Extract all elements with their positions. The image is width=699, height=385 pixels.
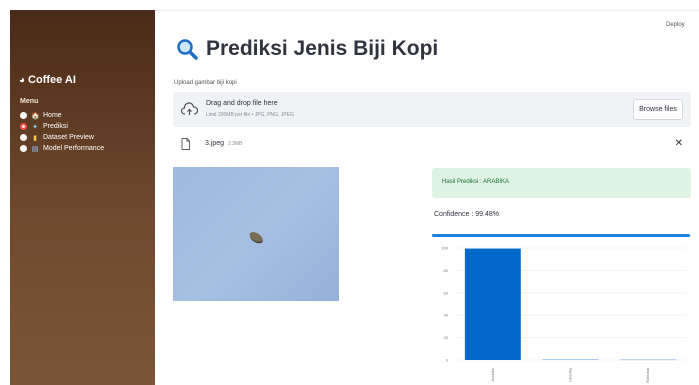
dropzone-title: Drag and drop file here <box>206 100 278 107</box>
close-icon[interactable]: ✕ <box>675 138 683 149</box>
menu-item-home[interactable]: 🏠 Home <box>20 110 104 121</box>
menu-item-prediksi[interactable]: ✦ Prediksi <box>20 121 104 132</box>
browse-files-button[interactable]: Browse files <box>633 99 683 120</box>
upload-label: Upload gambar biji kopi <box>174 80 237 86</box>
menu-list: 🏠 Home ✦ Prediksi ▮ Dataset Preview ▤ Mo… <box>20 110 104 154</box>
confidence-text: Confidence : 99.48% <box>434 211 499 218</box>
menu-item-label: Home <box>43 112 62 119</box>
coffee-bean-image <box>247 230 265 244</box>
radio-prediksi[interactable] <box>20 123 27 130</box>
file-dropzone[interactable]: Drag and drop file here Limit 200MB per … <box>173 92 691 127</box>
page-title-text: Prediksi Jenis Biji Kopi <box>206 37 439 60</box>
confidence-progress-fill <box>432 234 690 237</box>
cloud-upload-icon <box>181 102 198 115</box>
brand: ◕ Coffee AI <box>19 74 76 86</box>
radio-dataset-preview[interactable] <box>20 134 27 141</box>
deploy-button[interactable]: Deploy <box>666 22 685 28</box>
app-window: Deploy ◕ Coffee AI Menu 🏠 Home ✦ Prediks… <box>0 0 699 385</box>
y-tick-label: 20 <box>444 335 449 340</box>
file-size: 2.3MB <box>228 141 243 147</box>
prediction-result-text: Hasil Prediksi : ARABIKA <box>442 179 510 185</box>
file-icon <box>181 138 190 150</box>
sidebar: ◕ Coffee AI Menu 🏠 Home ✦ Prediksi ▮ Dat… <box>10 10 155 385</box>
uploaded-file-row: 3.jpeg 2.3MB ✕ <box>173 138 691 154</box>
page-title: Prediksi Jenis Biji Kopi <box>176 37 438 61</box>
uploaded-image-preview <box>173 167 339 301</box>
x-tick-label: Robusta <box>645 367 650 383</box>
y-tick-label: 0 <box>446 358 449 363</box>
menu-item-label: Model Performance <box>43 145 105 152</box>
y-tick-label: 100 <box>441 246 448 251</box>
header-divider <box>155 10 699 11</box>
folder-icon: ▮ <box>33 134 37 142</box>
menu-item-model-performance[interactable]: ▤ Model Performance <box>20 143 104 154</box>
menu-item-dataset-preview[interactable]: ▮ Dataset Preview <box>20 132 104 143</box>
prediction-bar-chart: 0 20 40 60 80 100 Arabika Liberika Robusta <box>441 246 687 383</box>
prediction-result-box: Hasil Prediksi : ARABIKA <box>432 168 691 198</box>
confidence-progress-bar <box>432 234 691 237</box>
y-tick-label: 40 <box>444 313 449 318</box>
radio-model-performance[interactable] <box>20 145 27 152</box>
menu-item-label: Dataset Preview <box>43 134 94 141</box>
menu-item-label: Prediksi <box>43 123 68 130</box>
house-icon: 🏠 <box>31 112 40 120</box>
dropzone-subtitle: Limit 200MB per file • JPG, PNG, JPEG <box>206 112 294 118</box>
x-tick-label: Liberika <box>568 367 573 382</box>
bar-arabika <box>464 248 521 360</box>
radio-home[interactable] <box>20 112 27 119</box>
menu-label: Menu <box>20 98 39 105</box>
file-name: 3.jpeg <box>205 140 225 147</box>
magnifier-icon <box>177 39 198 60</box>
x-tick-label: Arabika <box>490 367 495 381</box>
coffee-bean-icon: ◕ <box>19 74 26 86</box>
sparkle-icon: ✦ <box>32 123 38 131</box>
bar-chart-icon: ▤ <box>31 145 39 153</box>
y-tick-label: 80 <box>444 268 449 273</box>
brand-name: Coffee AI <box>28 74 76 86</box>
y-tick-label: 60 <box>444 290 449 295</box>
